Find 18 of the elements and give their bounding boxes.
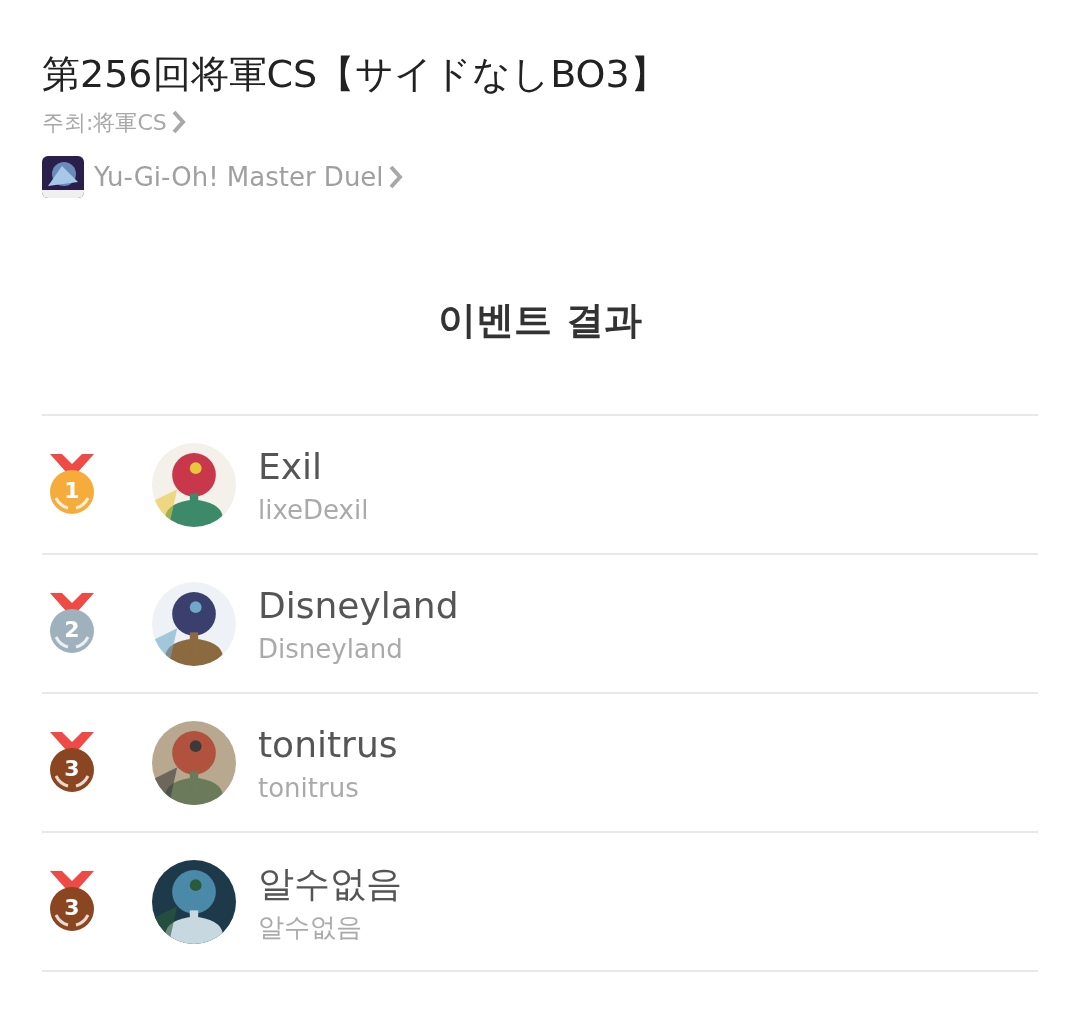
player-name: Disneyland [258,583,459,628]
game-link[interactable]: Yu-Gi-Oh! Master Duel [94,157,384,197]
player-username: 알수없음 [258,910,363,944]
chevron-right-icon [387,164,404,190]
section-title: 이벤트 결과 [437,297,643,344]
chevron-right-icon [170,109,187,135]
rank-number: 1 [63,477,81,504]
player-name: Exil [258,444,324,489]
rank-number: 3 [63,755,81,782]
player-username: lixeDexil [258,493,369,527]
player-username: Disneyland [258,632,404,666]
rank-number: 2 [63,616,81,643]
event-title: 第256回将軍CS【サイドなしBO3】 [42,51,669,98]
player-name: 알수없음 [258,861,402,906]
player-username: tonitrus [258,771,360,805]
player-name: tonitrus [258,722,398,767]
host-link[interactable]: 주최:将軍CS [42,105,167,139]
rank-number: 3 [63,894,81,921]
